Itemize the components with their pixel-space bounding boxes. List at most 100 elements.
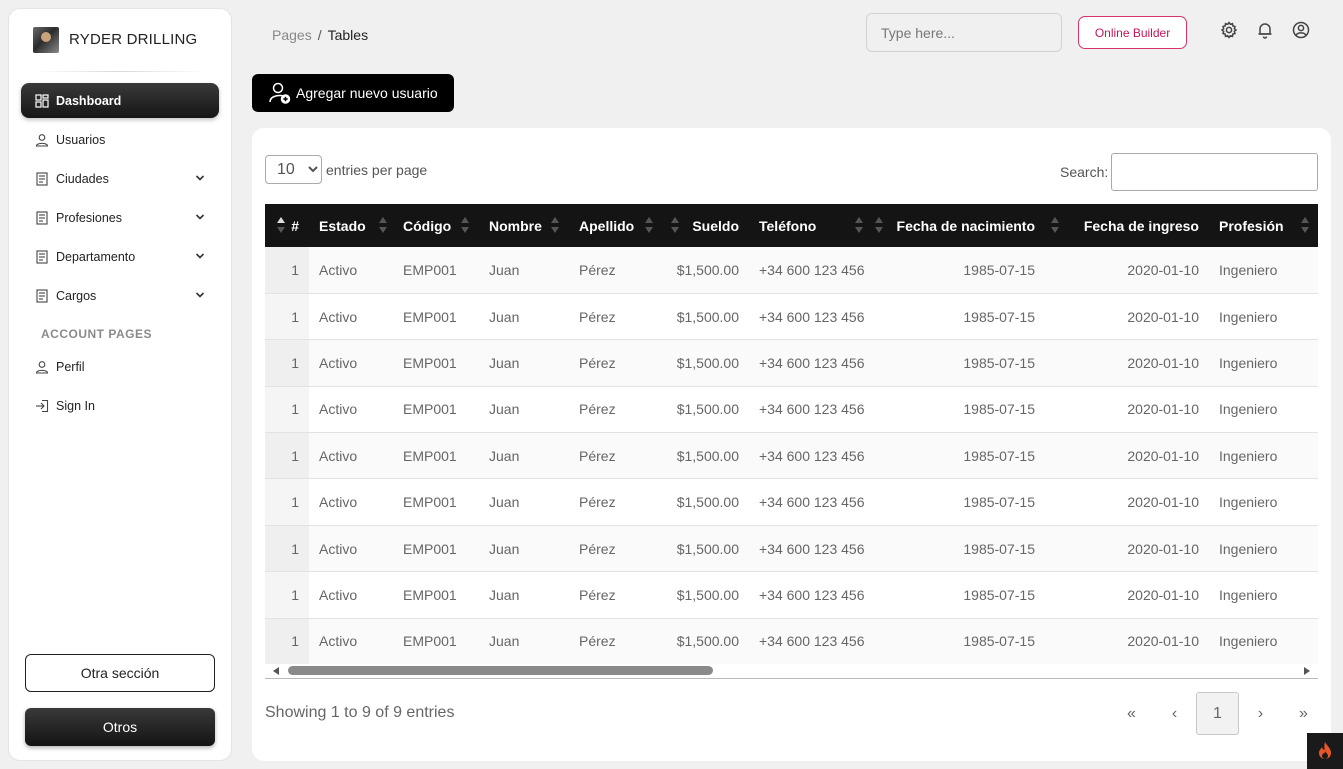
dashboard-icon: [35, 93, 49, 108]
page-size-select[interactable]: 10: [265, 155, 322, 184]
table-cell: Ingeniero: [1209, 478, 1318, 526]
page-first-button[interactable]: «: [1110, 692, 1153, 735]
table-cell: 1985-07-15: [869, 618, 1045, 664]
table-search-input[interactable]: [1111, 153, 1318, 191]
table-cell: 1: [265, 618, 309, 664]
add-user-icon: [268, 81, 292, 105]
sidebar: RYDER DRILLING Dashboard Usuarios Ciudad…: [8, 8, 232, 761]
bell-icon[interactable]: [1256, 21, 1274, 39]
account-circle-icon[interactable]: [1292, 21, 1310, 39]
table-cell: EMP001: [393, 525, 479, 573]
table-cell: Juan: [479, 293, 569, 341]
sort-icon: [551, 217, 559, 233]
sign-in-icon: [35, 399, 49, 413]
sidebar-item-label: Sign In: [56, 398, 95, 413]
breadcrumb-separator: /: [317, 27, 322, 43]
table-cell: $1,500.00: [659, 339, 749, 387]
sort-icon: [1301, 217, 1309, 233]
table-cell: Juan: [479, 525, 569, 573]
sidebar-item-sign-in[interactable]: Sign In: [21, 388, 219, 423]
sidebar-item-label: Departamento: [56, 249, 136, 264]
column-header[interactable]: Teléfono: [749, 204, 869, 247]
table-cell: Activo: [309, 478, 393, 526]
scroll-right-icon[interactable]: [1304, 667, 1310, 675]
sidebar-item-label: Cargos: [56, 288, 97, 303]
table-cell: $1,500.00: [659, 571, 749, 619]
table-cell: Activo: [309, 386, 393, 434]
table-cell: Activo: [309, 571, 393, 619]
flame-icon[interactable]: [1307, 733, 1343, 769]
table-cell: 1: [265, 525, 309, 573]
sidebar-item-dashboard[interactable]: Dashboard: [21, 83, 219, 118]
table-row[interactable]: 1 Activo EMP001 Juan Pérez $1,500.00 +34 600 1…: [265, 386, 1318, 434]
column-header[interactable]: Sueldo: [659, 204, 749, 247]
chevron-down-icon[interactable]: [195, 211, 205, 225]
sidebar-item-profesiones[interactable]: Profesiones: [21, 200, 219, 235]
table-row[interactable]: 1 Activo EMP001 Juan Pérez $1,500.00 +34 600 1…: [265, 432, 1318, 480]
horizontal-scrollbar[interactable]: [265, 663, 1318, 679]
column-header[interactable]: Código: [393, 204, 479, 247]
column-header[interactable]: #: [265, 204, 309, 247]
column-header[interactable]: Estado: [309, 204, 393, 247]
table-row[interactable]: 1 Activo EMP001 Juan Pérez $1,500.00 +34 600 1…: [265, 247, 1318, 294]
otros-button[interactable]: Otros: [25, 708, 215, 746]
add-user-button[interactable]: Agregar nuevo usuario: [252, 74, 454, 112]
sidebar-item-label: Perfil: [56, 359, 85, 374]
table-cell: 2020-01-10: [1045, 293, 1209, 341]
column-header[interactable]: Apellido: [569, 204, 659, 247]
sidebar-item-cargos[interactable]: Cargos: [21, 278, 219, 313]
table-header-row: # Estado Código Nombre Apellido Sueldo T…: [265, 204, 1318, 247]
table-cell: Ingeniero: [1209, 247, 1318, 294]
page-prev-button[interactable]: ‹: [1153, 692, 1196, 735]
entries-label: entries per page: [326, 161, 428, 178]
page-next-button[interactable]: ›: [1239, 692, 1282, 735]
column-header[interactable]: Fecha de ingreso: [1045, 204, 1209, 247]
gear-icon[interactable]: [1220, 21, 1238, 39]
chevron-down-icon[interactable]: [195, 250, 205, 264]
scroll-left-icon[interactable]: [273, 667, 279, 675]
table-row[interactable]: 1 Activo EMP001 Juan Pérez $1,500.00 +34 600 1…: [265, 293, 1318, 341]
search-input[interactable]: [866, 13, 1062, 52]
table-row[interactable]: 1 Activo EMP001 Juan Pérez $1,500.00 +34 600 1…: [265, 618, 1318, 664]
online-builder-button[interactable]: Online Builder: [1078, 16, 1187, 49]
document-icon: [35, 171, 49, 186]
sidebar-item-label: Usuarios: [56, 132, 106, 147]
user-icon: [35, 360, 49, 374]
chevron-down-icon[interactable]: [195, 172, 205, 186]
table-cell: 1: [265, 293, 309, 341]
sidebar-item-perfil[interactable]: Perfil: [21, 349, 219, 384]
brand[interactable]: RYDER DRILLING: [9, 9, 231, 71]
table-row[interactable]: 1 Activo EMP001 Juan Pérez $1,500.00 +34 600 1…: [265, 525, 1318, 573]
table-row[interactable]: 1 Activo EMP001 Juan Pérez $1,500.00 +34 600 1…: [265, 339, 1318, 387]
table-cell: $1,500.00: [659, 432, 749, 480]
page-current-button[interactable]: 1: [1196, 692, 1239, 735]
sidebar-item-departamento[interactable]: Departamento: [21, 239, 219, 274]
column-header[interactable]: Fecha de nacimiento: [869, 204, 1045, 247]
table-row[interactable]: 1 Activo EMP001 Juan Pérez $1,500.00 +34 600 1…: [265, 571, 1318, 619]
column-header[interactable]: Nombre: [479, 204, 569, 247]
table-cell: Juan: [479, 618, 569, 664]
page-last-button[interactable]: »: [1282, 692, 1325, 735]
table-cell: Activo: [309, 339, 393, 387]
scrollbar-thumb[interactable]: [288, 666, 713, 675]
otra-seccion-button[interactable]: Otra sección: [25, 654, 215, 692]
table-cell: Activo: [309, 247, 393, 294]
column-header[interactable]: Profesión: [1209, 204, 1318, 247]
table-cell: Juan: [479, 478, 569, 526]
table-row[interactable]: 1 Activo EMP001 Juan Pérez $1,500.00 +34 600 1…: [265, 478, 1318, 526]
table-cell: 1: [265, 386, 309, 434]
breadcrumb-parent[interactable]: Pages: [272, 27, 312, 43]
table-cell: EMP001: [393, 618, 479, 664]
table-cell: EMP001: [393, 386, 479, 434]
chevron-down-icon[interactable]: [195, 289, 205, 303]
sidebar-item-usuarios[interactable]: Usuarios: [21, 122, 219, 157]
document-icon: [35, 210, 49, 225]
table-cell: Pérez: [569, 478, 659, 526]
table-cell: 1: [265, 478, 309, 526]
table-cell: EMP001: [393, 293, 479, 341]
table-cell: +34 600 123 456: [749, 432, 869, 480]
table-cell: 1985-07-15: [869, 293, 1045, 341]
breadcrumb-current: Tables: [327, 27, 369, 43]
sidebar-item-ciudades[interactable]: Ciudades: [21, 161, 219, 196]
table-cell: Activo: [309, 618, 393, 664]
